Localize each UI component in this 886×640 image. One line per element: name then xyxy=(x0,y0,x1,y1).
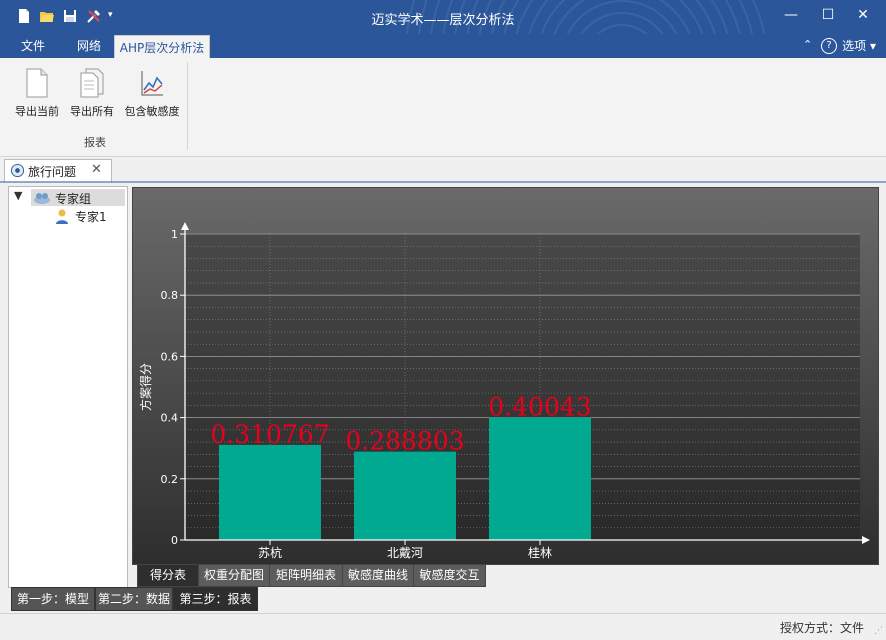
x-axis-arrow-icon xyxy=(862,536,870,544)
x-tick-label: 苏杭 xyxy=(258,545,282,560)
status-bar: 授权方式：文件 ⋰ xyxy=(0,613,886,640)
y-tick-label: 0.2 xyxy=(161,473,179,486)
group-icon xyxy=(34,193,50,204)
tree-node-expert-1[interactable]: 专家1 xyxy=(53,208,123,225)
tree-node-expert-group[interactable]: 专家组 xyxy=(31,189,125,206)
options-label: 选项 xyxy=(842,39,867,53)
export-all-button[interactable]: 导出所有 xyxy=(65,64,119,124)
data-label: 0.40043 xyxy=(488,392,591,421)
y-tick-label: 1 xyxy=(171,228,178,241)
close-window-button[interactable]: ✕ xyxy=(850,4,876,26)
bar-chart: 0 0.2 0.4 0.6 0.8 1 0.310767 苏杭 0.288803 北戴河 0.400… xyxy=(138,222,870,560)
tab-sensitivity-curve[interactable]: 敏感度曲线 xyxy=(342,564,414,587)
line-chart-icon xyxy=(141,71,163,96)
resize-grip-icon[interactable]: ⋰ xyxy=(874,626,883,636)
collapse-ribbon-icon[interactable]: ⌃ xyxy=(803,38,812,51)
tab-matrix-detail[interactable]: 矩阵明细表 xyxy=(269,564,343,587)
expert-tree: ▼ 专家组 专家1 xyxy=(8,186,128,588)
user-icon xyxy=(56,209,68,224)
include-sensitivity-button[interactable]: 包含敏感度 xyxy=(122,64,182,124)
include-sensitivity-label: 包含敏感度 xyxy=(124,105,180,118)
ribbon-group-separator xyxy=(187,62,188,150)
bar xyxy=(219,444,321,540)
window-title: 迈实学术——层次分析法 xyxy=(371,13,515,28)
tab-weight-chart[interactable]: 权重分配图 xyxy=(198,564,270,587)
chart-area: 0 0.2 0.4 0.6 0.8 1 0.310767 苏杭 0.288803 北戴河 0.400… xyxy=(132,187,879,565)
step-data[interactable]: 第二步：数据 xyxy=(95,587,173,611)
data-label: 0.288803 xyxy=(345,427,464,456)
tab-network[interactable]: 网络 xyxy=(66,34,112,58)
data-label: 0.310767 xyxy=(210,420,329,449)
tree-node-label: 专家组 xyxy=(55,192,92,206)
close-tab-icon[interactable]: ✕ xyxy=(91,162,102,177)
bar xyxy=(354,451,456,540)
minimize-button[interactable]: — xyxy=(778,4,804,26)
ribbon-group-label: 报表 xyxy=(84,136,106,149)
bar xyxy=(489,417,591,540)
export-current-button[interactable]: 导出当前 xyxy=(10,64,64,124)
step-model[interactable]: 第一步：模型 xyxy=(11,587,95,611)
x-tick-label: 北戴河 xyxy=(387,545,423,560)
title-bar: ▾ 迈实学术——层次分析法 — ☐ ✕ xyxy=(0,0,886,34)
documents-icon xyxy=(80,68,104,98)
options-menu[interactable]: 选项 ▾ xyxy=(842,34,876,58)
export-all-label: 导出所有 xyxy=(70,105,114,118)
tab-file[interactable]: 文件 xyxy=(10,34,56,58)
y-axis-arrow-icon xyxy=(181,222,189,230)
y-tick-label: 0.8 xyxy=(161,289,179,302)
y-tick-label: 0.4 xyxy=(161,412,179,425)
tab-score-table[interactable]: 得分表 xyxy=(137,564,199,587)
tree-node-label: 专家1 xyxy=(75,210,107,224)
license-status: 授权方式：文件 xyxy=(779,621,864,635)
document-tab-strip xyxy=(0,181,886,183)
model-icon xyxy=(10,163,25,178)
document-tab-label: 旅行问题 xyxy=(28,165,77,179)
maximize-button[interactable]: ☐ xyxy=(815,4,841,26)
y-axis-label: 方案得分 xyxy=(138,363,153,411)
collapse-chevron-icon[interactable]: ▼ xyxy=(14,189,22,202)
tab-sensitivity-interactive[interactable]: 敏感度交互 xyxy=(413,564,486,587)
document-icon xyxy=(26,68,48,98)
ribbon-panel: 导出当前 导出所有 包含敏感度 报表 xyxy=(0,58,886,157)
y-tick-label: 0.6 xyxy=(161,350,179,363)
ribbon-tab-row: 文件 网络 AHP层次分析法 ⌃ ? 选项 ▾ xyxy=(0,34,886,59)
export-current-label: 导出当前 xyxy=(15,105,59,118)
help-icon[interactable]: ? xyxy=(821,38,837,54)
tab-ahp[interactable]: AHP层次分析法 xyxy=(114,35,210,59)
y-tick-label: 0 xyxy=(171,534,178,547)
step-report[interactable]: 第三步：报表 xyxy=(173,587,258,611)
x-tick-label: 桂林 xyxy=(528,545,552,560)
document-tab[interactable]: 旅行问题 ✕ xyxy=(4,159,112,182)
